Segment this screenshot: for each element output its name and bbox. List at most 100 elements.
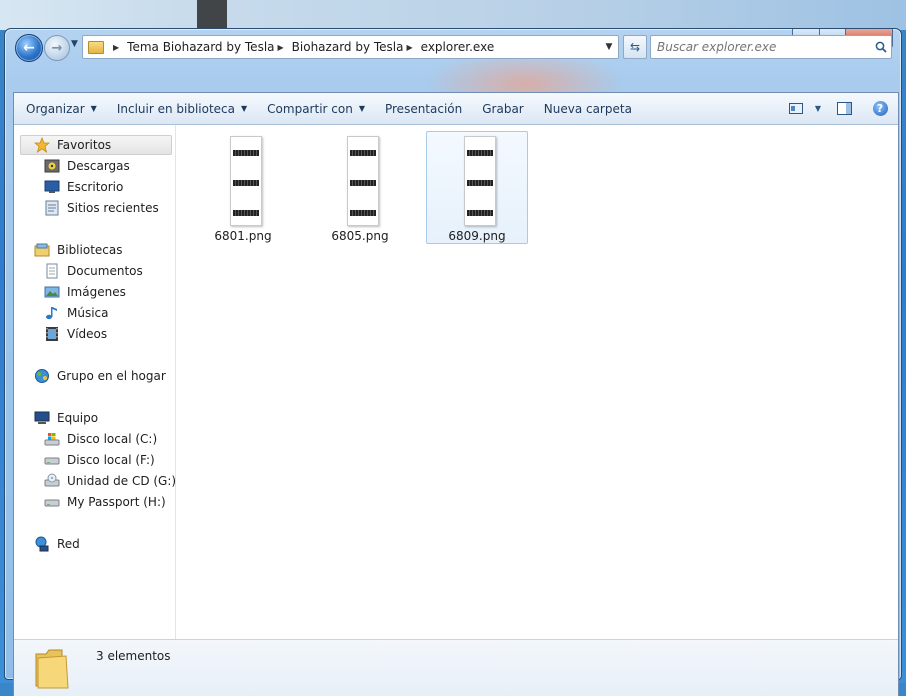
nav-drive-f-label: Disco local (F:) (67, 453, 155, 467)
documents-icon (44, 263, 60, 279)
forward-arrow-icon: → (51, 40, 63, 56)
include-library-label: Incluir en biblioteca (116, 101, 236, 116)
nav-drive-h-label: My Passport (H:) (67, 495, 166, 509)
external-drive-icon (44, 494, 60, 510)
help-button[interactable]: ? (862, 93, 898, 124)
nav-computer[interactable]: Equipo (34, 408, 98, 428)
folder-icon (88, 40, 104, 54)
burn-button[interactable]: Grabar (472, 93, 534, 124)
organize-label: Organizar (26, 101, 85, 116)
organize-menu[interactable]: Organizar ▼ (14, 93, 107, 124)
recent-places-icon (44, 200, 60, 216)
new-folder-label: Nueva carpeta (543, 101, 632, 116)
breadcrumb-separator-icon[interactable]: ▶ (113, 43, 119, 52)
details-pane: 3 elementos (14, 639, 898, 696)
nav-drive-g-label: Unidad de CD (G:) (67, 474, 177, 488)
breadcrumb-separator-icon[interactable]: ▶ (278, 43, 284, 52)
windows-drive-icon (44, 431, 60, 447)
view-icon (789, 103, 803, 114)
desktop-background (0, 0, 906, 30)
breadcrumb-item[interactable]: explorer.exe (421, 40, 495, 54)
refresh-icon: ⇆ (629, 40, 641, 54)
chevron-down-icon: ▼ (814, 104, 822, 113)
file-list: 6801.png 6805.png 6809.png (176, 125, 897, 639)
window-content: Organizar ▼ Incluir en biblioteca ▼ Compar… (13, 92, 899, 696)
nav-drive-c[interactable]: Disco local (C:) (44, 429, 157, 449)
chevron-down-icon: ▼ (241, 104, 248, 113)
nav-documents-label: Documentos (67, 264, 143, 278)
computer-icon (34, 410, 50, 426)
nav-music[interactable]: Música (44, 303, 109, 323)
address-bar[interactable]: ▶ Tema Biohazard by Tesla ▶ Biohazard by… (82, 35, 619, 59)
nav-computer-label: Equipo (57, 411, 99, 425)
nav-favorites-label: Favoritos (57, 138, 112, 152)
share-with-menu[interactable]: Compartir con ▼ (257, 93, 375, 124)
nav-drive-g[interactable]: Unidad de CD (G:) (44, 471, 176, 491)
burn-label: Grabar (482, 101, 524, 116)
forward-button[interactable]: → (44, 35, 70, 61)
libraries-icon (34, 242, 50, 258)
nav-recent-places-label: Sitios recientes (67, 201, 159, 215)
refresh-button[interactable]: ⇆ (623, 35, 647, 59)
nav-network[interactable]: Red (34, 534, 80, 554)
nav-recent-places[interactable]: Sitios recientes (44, 198, 159, 218)
nav-libraries[interactable]: Bibliotecas (34, 240, 122, 260)
desktop-dark-region (197, 0, 227, 30)
recent-pages-button[interactable]: ▼ (71, 39, 78, 49)
include-library-menu[interactable]: Incluir en biblioteca ▼ (107, 93, 257, 124)
back-button[interactable]: ← (15, 34, 43, 62)
nav-drive-h[interactable]: My Passport (H:) (44, 492, 166, 512)
breadcrumb-item[interactable]: Tema Biohazard by Tesla (127, 40, 274, 54)
cd-drive-icon (44, 473, 60, 489)
navigation-pane: Favoritos Descargas Escritorio Sitios re… (14, 125, 176, 639)
preview-pane-icon (836, 102, 852, 115)
desktop-icon (44, 179, 60, 195)
nav-videos[interactable]: Vídeos (44, 324, 107, 344)
nav-drive-f[interactable]: Disco local (F:) (44, 450, 155, 470)
star-icon (34, 137, 50, 153)
nav-pictures[interactable]: Imágenes (44, 282, 126, 302)
downloads-icon (44, 158, 60, 174)
file-item[interactable]: 6801.png (192, 131, 294, 244)
view-options-dropdown[interactable]: ▼ (810, 93, 826, 124)
address-dropdown-icon[interactable]: ▼ (600, 42, 618, 52)
nav-favorites[interactable]: Favoritos (20, 135, 172, 155)
back-arrow-icon: ← (23, 40, 35, 56)
view-controls: ▼ ? (782, 93, 898, 124)
videos-icon (44, 326, 60, 342)
search-input[interactable] (651, 39, 871, 55)
nav-network-label: Red (57, 537, 80, 551)
explorer-window: ▁ ▢ ✕ ← → ▼ ▶ Tema Biohazard by Tesla ▶ … (4, 28, 902, 696)
network-icon (34, 536, 50, 552)
presentation-button[interactable]: Presentación (375, 93, 472, 124)
nav-desktop[interactable]: Escritorio (44, 177, 123, 197)
image-thumbnail (347, 136, 379, 226)
file-name: 6809.png (448, 229, 506, 243)
nav-libraries-label: Bibliotecas (57, 243, 123, 257)
search-box[interactable] (650, 35, 892, 59)
image-thumbnail (230, 136, 262, 226)
file-item-selected[interactable]: 6809.png (426, 131, 528, 244)
nav-homegroup-label: Grupo en el hogar (57, 369, 166, 383)
music-icon (44, 305, 60, 321)
new-folder-button[interactable]: Nueva carpeta (534, 93, 642, 124)
nav-downloads-label: Descargas (67, 159, 130, 173)
nav-music-label: Música (67, 306, 109, 320)
nav-videos-label: Vídeos (67, 327, 108, 341)
folder-icon (35, 649, 69, 689)
nav-homegroup[interactable]: Grupo en el hogar (34, 366, 166, 386)
chevron-down-icon: ▼ (90, 104, 97, 113)
nav-drive-c-label: Disco local (C:) (67, 432, 158, 446)
file-item[interactable]: 6805.png (309, 131, 411, 244)
change-view-button[interactable] (782, 93, 810, 124)
preview-pane-button[interactable] (826, 93, 862, 124)
breadcrumb-item[interactable]: Biohazard by Tesla (292, 40, 404, 54)
presentation-label: Presentación (384, 101, 463, 116)
nav-pictures-label: Imágenes (67, 285, 126, 299)
search-icon[interactable] (871, 37, 891, 57)
breadcrumb-separator-icon[interactable]: ▶ (407, 43, 413, 52)
nav-documents[interactable]: Documentos (44, 261, 143, 281)
nav-desktop-label: Escritorio (67, 180, 124, 194)
nav-downloads[interactable]: Descargas (44, 156, 130, 176)
item-count: 3 elementos (96, 649, 171, 663)
